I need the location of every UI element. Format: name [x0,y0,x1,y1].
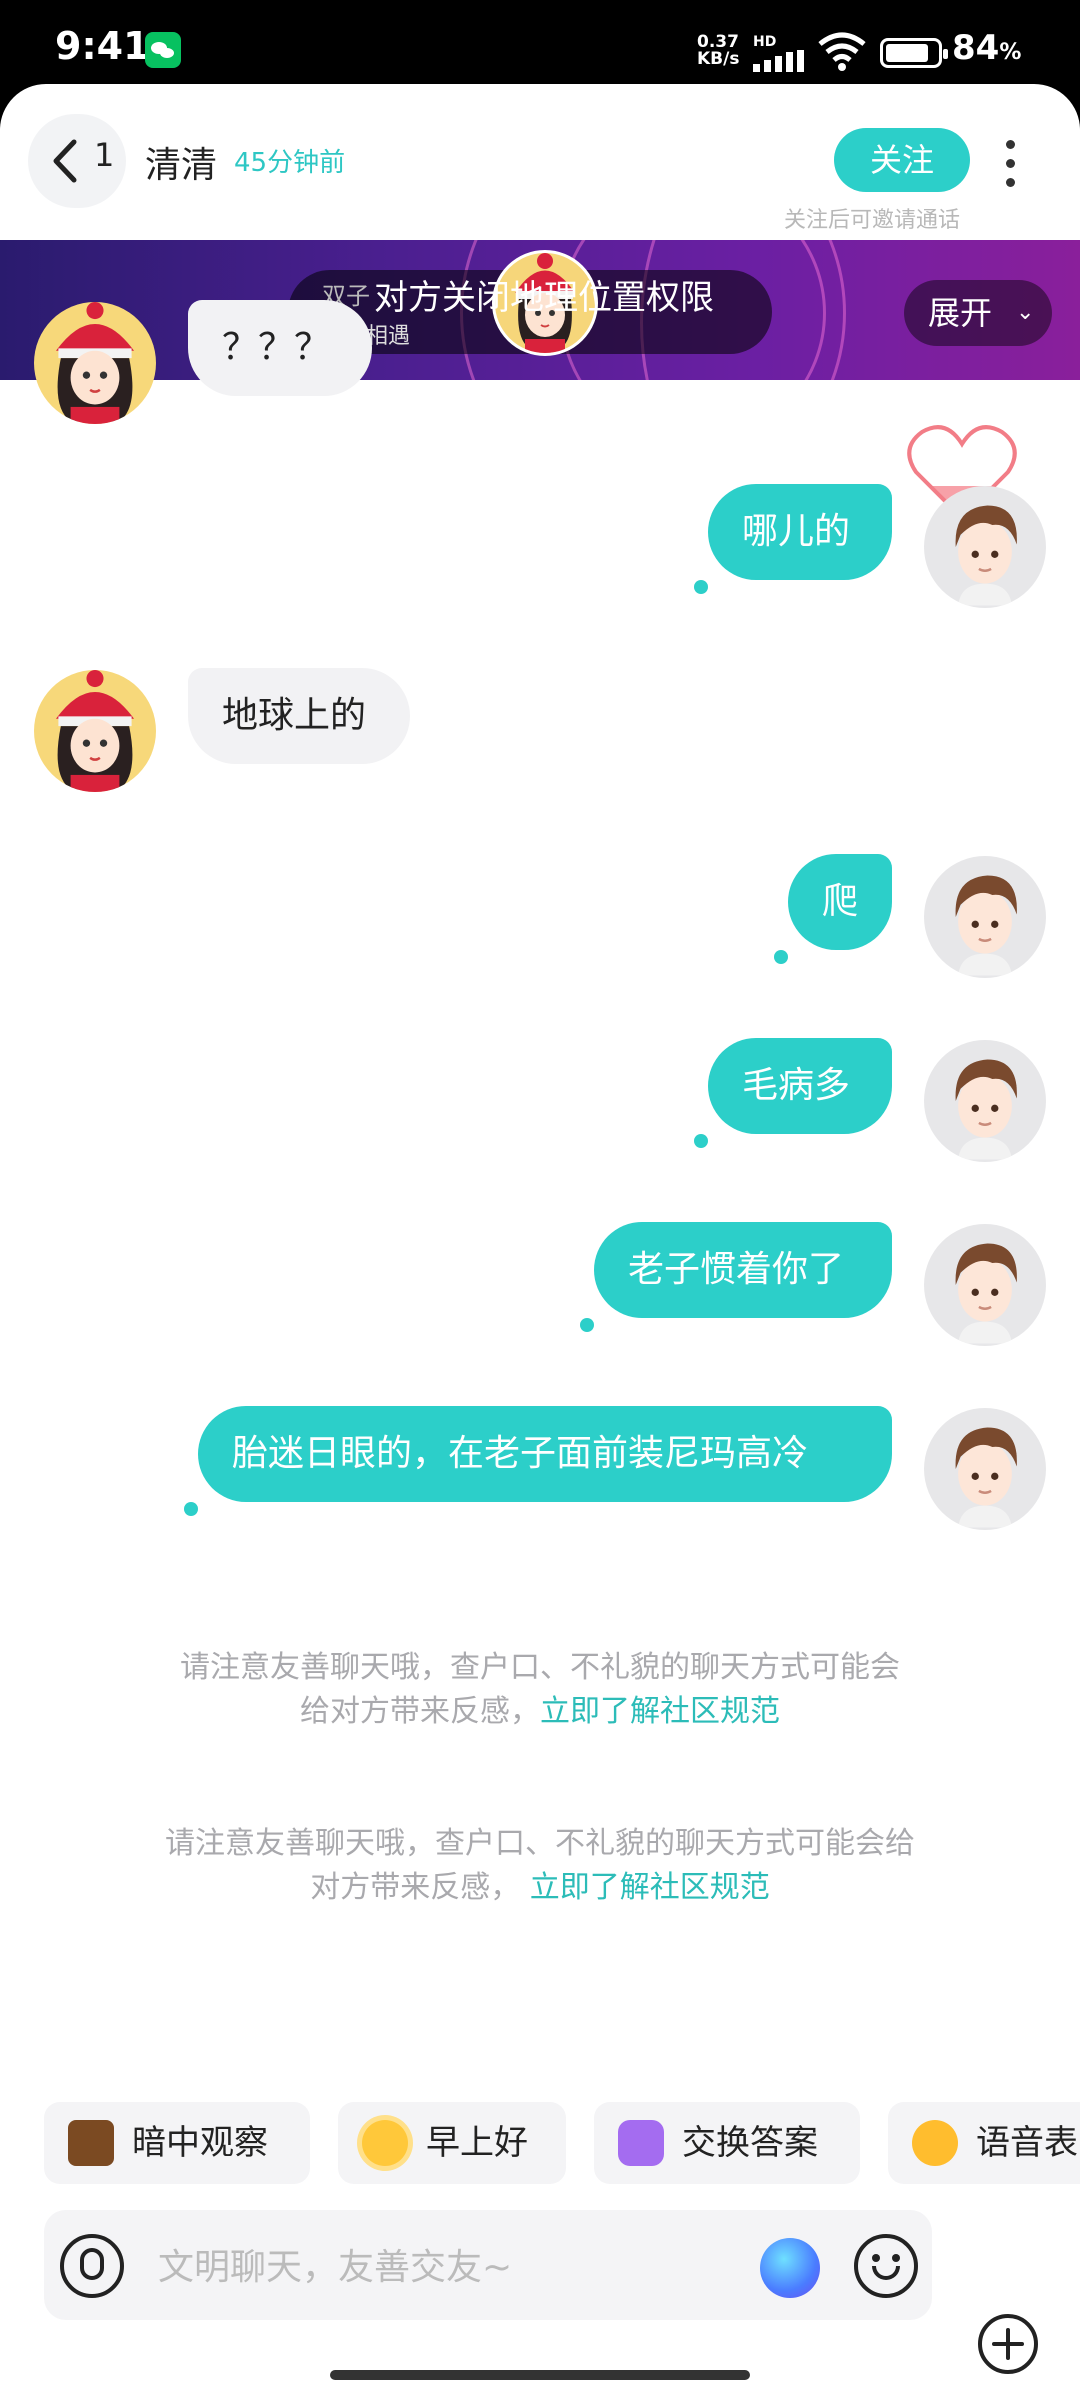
battery-percent-value: 84 [952,28,1000,68]
my-avatar[interactable] [924,486,1046,608]
notice-line: 对方带来反感， [310,1870,521,1905]
contact-name[interactable]: 清清 [145,136,217,188]
peek-icon [68,2120,114,2166]
ai-assistant-icon[interactable] [760,2238,820,2298]
community-rules-link[interactable]: 立即了解社区规范 [540,1694,780,1729]
plus-icon[interactable] [976,2312,1040,2376]
chevron-left-icon [53,139,77,183]
chat-header: 1 清清 45分钟前 关注 关注后可邀请通话 [0,84,1080,240]
outgoing-message[interactable]: 毛病多 [708,1038,892,1134]
read-status-dot [184,1502,198,1516]
voice-face-icon [912,2120,958,2166]
quick-reply-good-morning[interactable]: 早上好 [338,2102,566,2184]
status-bar: 9:41 0.37 KB/s HD 84% [0,0,1080,90]
read-status-dot [694,580,708,594]
back-button[interactable]: 1 [28,114,126,208]
emoji-icon[interactable] [854,2234,918,2298]
contact-avatar[interactable] [34,302,156,424]
sun-icon [362,2120,408,2166]
home-indicator[interactable] [330,2370,750,2380]
quick-reply-label: 交换答案 [682,2123,818,2163]
community-notice: 请注意友善聊天哦，查户口、不礼貌的聊天方式可能会给 对方带来反感， 立即了解社区… [100,1822,980,1910]
quick-reply-voice[interactable]: 语音表 [888,2102,1080,2184]
voice-input-icon[interactable] [60,2234,124,2298]
wifi-icon [818,32,866,71]
my-avatar[interactable] [924,1040,1046,1162]
notice-line: 给对方带来反感， [300,1694,540,1729]
read-status-dot [580,1318,594,1332]
quick-reply-label: 早上好 [426,2123,528,2163]
network-speed: 0.37 KB/s [697,34,739,68]
more-options-icon[interactable] [1000,140,1020,187]
outgoing-message[interactable]: 爬 [788,854,892,950]
follow-hint: 关注后可邀请通话 [784,208,961,233]
community-rules-link[interactable]: 立即了解社区规范 [530,1870,770,1905]
last-seen: 45分钟前 [234,148,346,178]
input-bar [44,2210,932,2320]
quick-reply-label: 语音表 [976,2123,1078,2163]
signal-icon [753,50,805,72]
quick-reply-label: 暗中观察 [132,2123,268,2163]
battery-fill [886,44,928,62]
notice-line: 请注意友善聊天哦，查户口、不礼貌的聊天方式可能会给 [165,1826,915,1861]
status-time: 9:41 [55,24,150,68]
outgoing-message[interactable]: 哪儿的 [708,484,892,580]
hd-label: HD [753,34,777,50]
my-avatar[interactable] [924,856,1046,978]
battery-percent: 84% [952,28,1021,68]
exchange-icon [618,2120,664,2166]
my-avatar[interactable] [924,1224,1046,1346]
message-input[interactable] [156,2236,720,2298]
chat-screen: 1 清清 45分钟前 关注 关注后可邀请通话 双子 同城相遇 对方关闭地 [0,84,1080,2400]
unread-count: 1 [94,136,115,174]
battery-icon [880,38,948,68]
quick-reply-exchange-answers[interactable]: 交换答案 [594,2102,860,2184]
contact-avatar[interactable] [34,670,156,792]
location-banner[interactable]: 双子 同城相遇 对方关闭地理位置权限 展开 ⌄ [0,240,1080,380]
location-permission-notice: 对方关闭地理位置权限 [374,278,714,318]
read-status-dot [694,1134,708,1148]
notice-line: 请注意友善聊天哦，查户口、不礼貌的聊天方式可能会 [180,1650,900,1685]
follow-button[interactable]: 关注 [834,128,970,192]
wechat-notification-icon [145,32,181,68]
incoming-message[interactable]: 地球上的 [188,668,410,764]
outgoing-message[interactable]: 老子惯着你了 [594,1222,892,1318]
my-avatar[interactable] [924,1408,1046,1530]
network-speed-unit: KB/s [697,49,740,69]
expand-button[interactable]: 展开 ⌄ [904,280,1052,346]
battery-percent-sign: % [999,40,1022,65]
outgoing-message[interactable]: 胎迷日眼的，在老子面前装尼玛高冷 [198,1406,892,1502]
incoming-message[interactable]: ？？？ [188,300,372,396]
chevron-down-icon: ⌄ [1016,300,1035,325]
quick-reply-peek[interactable]: 暗中观察 [44,2102,310,2184]
read-status-dot [774,950,788,964]
expand-label: 展开 [928,294,993,332]
community-notice: 请注意友善聊天哦，查户口、不礼貌的聊天方式可能会 给对方带来反感，立即了解社区规… [100,1646,980,1734]
